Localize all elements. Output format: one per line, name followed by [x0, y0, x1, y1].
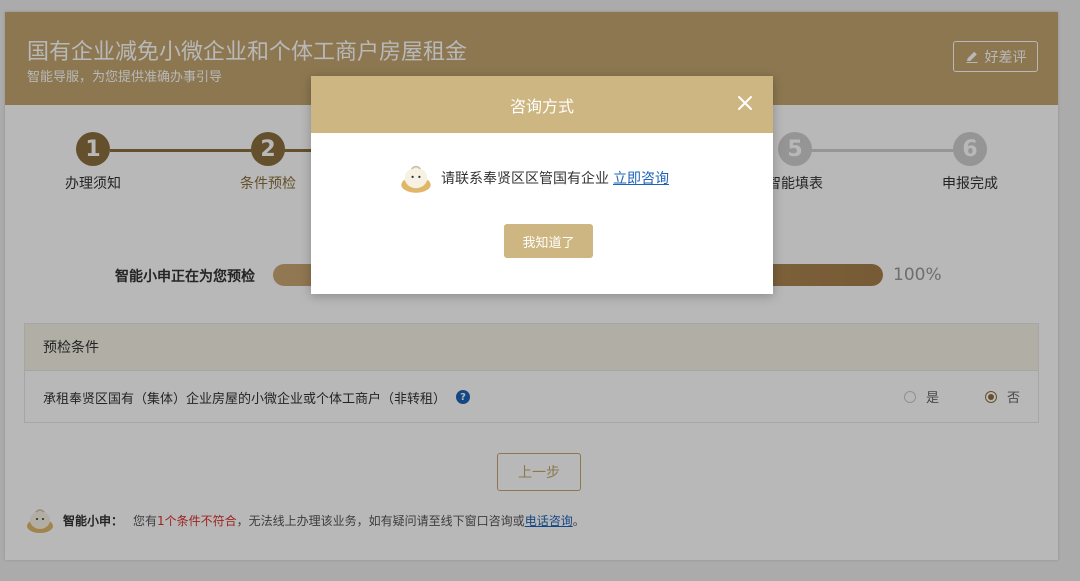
consult-now-link[interactable]: 立即咨询: [613, 168, 669, 188]
close-icon[interactable]: [735, 93, 755, 113]
mascot-icon: [401, 165, 431, 193]
consult-dialog: 咨询方式 请联系奉贤区区管国有企业 立即咨询 我知道了: [311, 76, 773, 294]
got-it-button[interactable]: 我知道了: [504, 224, 593, 258]
dialog-header: 咨询方式: [311, 76, 773, 133]
dialog-title: 咨询方式: [509, 96, 574, 116]
dialog-body: 请联系奉贤区区管国有企业 立即咨询 我知道了: [311, 133, 773, 294]
dialog-message-text: 请联系奉贤区区管国有企业: [441, 171, 609, 187]
dialog-message: 请联系奉贤区区管国有企业 立即咨询: [399, 161, 669, 195]
